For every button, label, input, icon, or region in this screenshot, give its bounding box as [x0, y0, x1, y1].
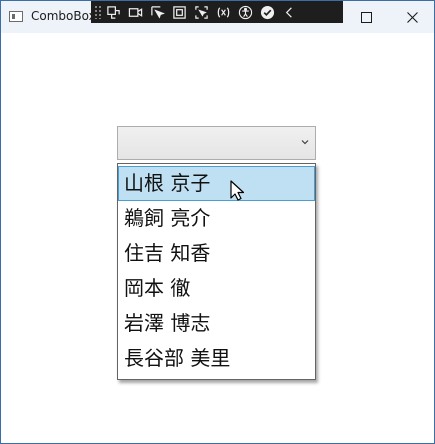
record-icon[interactable] [124, 2, 146, 22]
select-element-icon[interactable] [146, 2, 168, 22]
track-focus-icon[interactable] [190, 2, 212, 22]
list-item[interactable]: 鵜飼 亮介 [118, 201, 315, 236]
live-visual-tree-icon[interactable] [102, 2, 124, 22]
list-item[interactable]: 岡本 徹 [118, 271, 315, 306]
accessibility-icon[interactable] [234, 2, 256, 22]
list-item[interactable]: 住吉 知香 [118, 236, 315, 271]
chevron-down-icon [301, 140, 309, 145]
combobox-dropdown-list: 山根 京子 鵜飼 亮介 住吉 知香 岡本 徹 岩澤 博志 長谷部 美里 [117, 163, 316, 380]
checkmark-icon[interactable] [256, 2, 278, 22]
close-button[interactable] [389, 1, 435, 33]
window-title: ComboBox [31, 9, 96, 23]
app-icon [9, 11, 23, 22]
grip-icon[interactable] [94, 5, 102, 19]
xaml-debug-toolbar [91, 1, 343, 23]
maximize-icon [360, 11, 372, 23]
maximize-button[interactable] [343, 1, 389, 33]
list-item[interactable]: 岩澤 博志 [118, 306, 315, 341]
mouse-cursor-icon [230, 180, 245, 201]
binding-failures-icon[interactable] [212, 2, 234, 22]
title-bar[interactable]: ComboBox [1, 1, 434, 33]
close-icon [406, 11, 418, 23]
list-item[interactable]: 長谷部 美里 [118, 341, 315, 376]
layout-adorner-icon[interactable] [168, 2, 190, 22]
name-combobox[interactable] [117, 126, 316, 160]
list-item[interactable]: 山根 京子 [118, 166, 315, 201]
collapse-chevron-icon[interactable] [278, 2, 300, 22]
